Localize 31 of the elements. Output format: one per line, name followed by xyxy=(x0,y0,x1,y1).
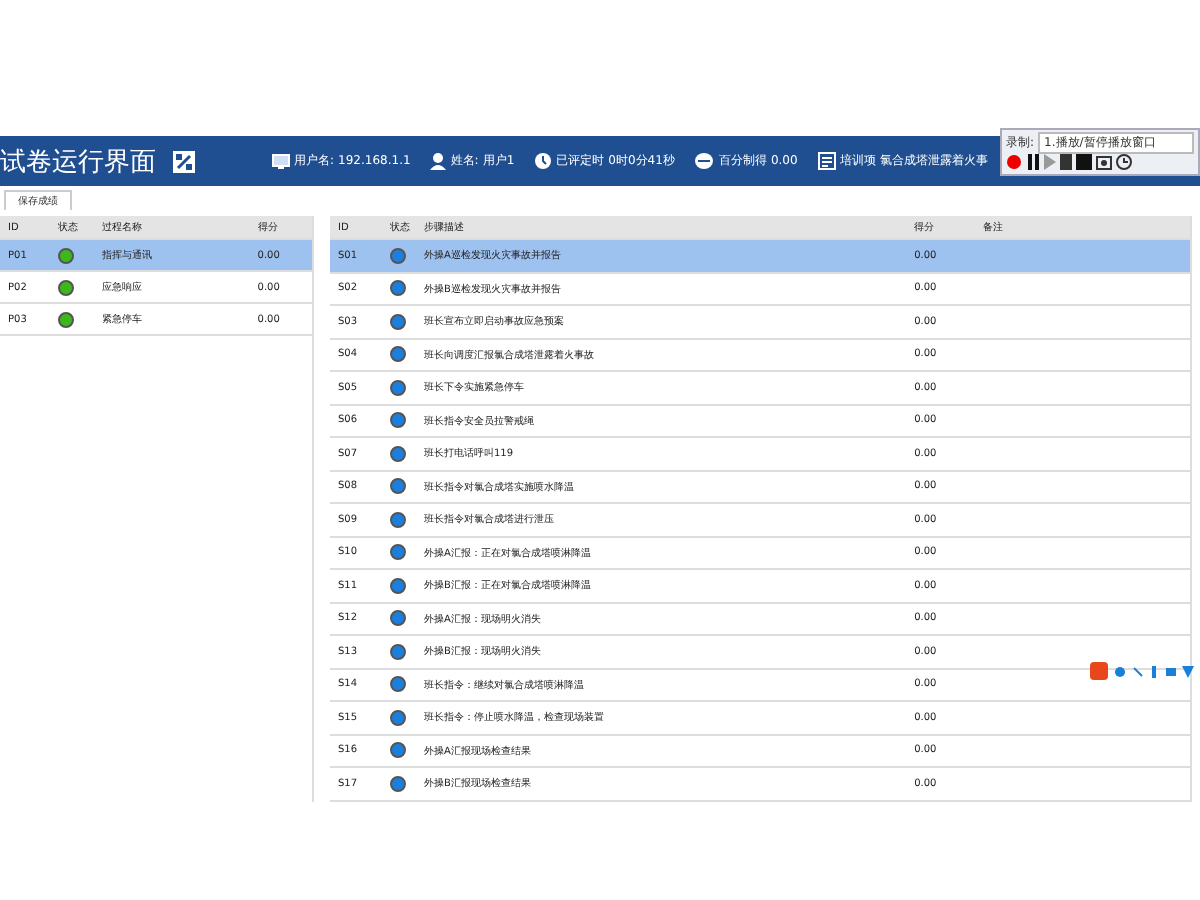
status-light-icon xyxy=(57,279,74,295)
status-light-icon xyxy=(389,775,406,792)
record-icon[interactable] xyxy=(1006,154,1022,170)
status-light-icon xyxy=(389,544,406,561)
status-light-icon xyxy=(57,247,74,263)
status-light-icon xyxy=(389,280,406,297)
status-light-icon xyxy=(389,511,406,528)
status-light-icon xyxy=(389,379,406,396)
status-light-icon xyxy=(389,247,406,264)
monitor-icon xyxy=(272,153,290,169)
status-light-icon xyxy=(389,412,406,429)
status-light-icon xyxy=(389,478,406,495)
status-light-icon xyxy=(389,643,406,660)
status-light-icon xyxy=(389,313,406,330)
grid-arrow-icon xyxy=(172,149,196,173)
status-light-icon xyxy=(389,577,406,594)
ime-toolbar-drawing xyxy=(1090,662,1200,682)
clock-icon[interactable] xyxy=(1116,154,1132,170)
status-light-icon xyxy=(389,610,406,627)
status-light-icon xyxy=(389,676,406,693)
status-light-icon xyxy=(57,311,74,327)
status-light-icon xyxy=(389,346,406,363)
document-icon xyxy=(817,152,836,170)
user-icon xyxy=(430,152,447,170)
clock-icon xyxy=(534,152,553,170)
status-light-icon xyxy=(389,742,406,759)
camera-icon[interactable] xyxy=(1096,154,1112,170)
window-title: 试卷运行界面 xyxy=(0,145,156,179)
pause-icon[interactable] xyxy=(1026,154,1040,170)
status-light-icon xyxy=(389,445,406,462)
status-light-icon xyxy=(389,709,406,726)
